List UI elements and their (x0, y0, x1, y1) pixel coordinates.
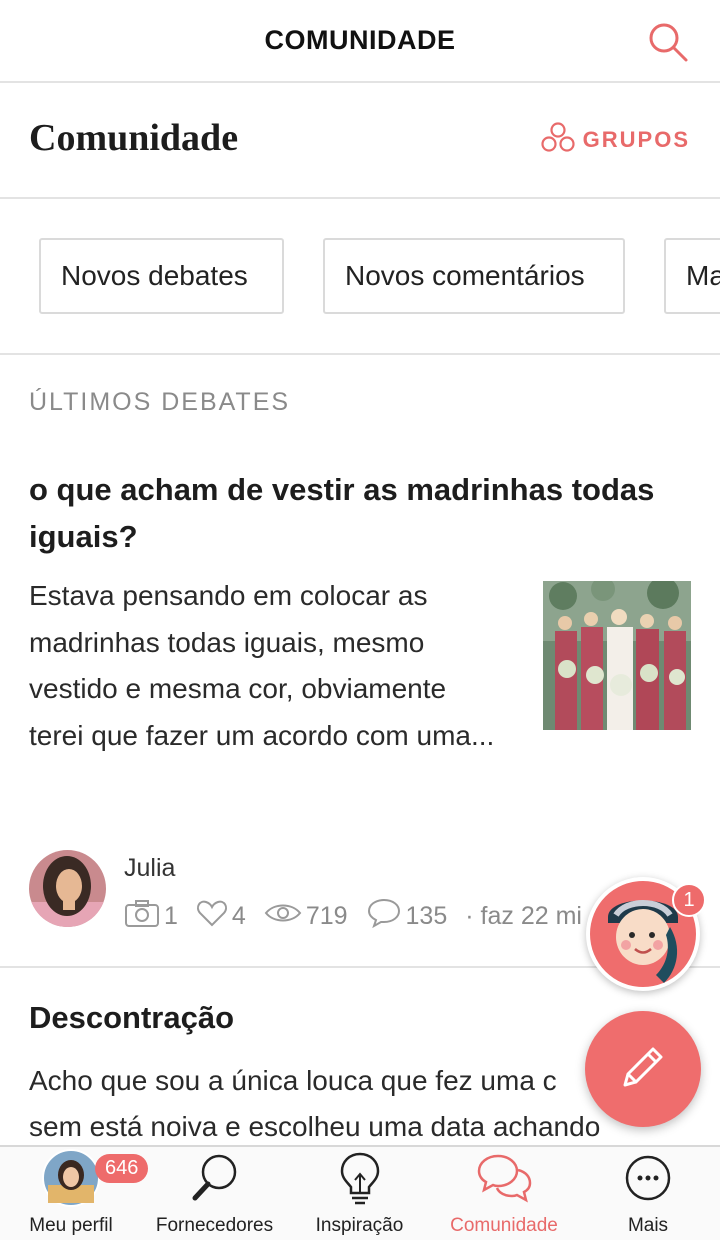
more-icon (623, 1153, 673, 1208)
post2-excerpt[interactable]: Acho que sou a única louca que fez uma c… (29, 1058, 669, 1146)
post2-line-2: sem está noiva e escolheu uma data achan… (29, 1111, 601, 1142)
tab-label: Inspiração (315, 1215, 404, 1236)
magnifier-icon (187, 1150, 243, 1211)
profile-notification-count: 646 (95, 1154, 149, 1183)
tab-label: Meu perfil (29, 1215, 113, 1236)
search-icon[interactable] (646, 20, 690, 64)
top-bar: COMUNIDADE (0, 0, 720, 83)
pencil-icon (615, 1039, 671, 1100)
community-header: Comunidade GRUPOS (0, 83, 720, 199)
tab-label: Mais (627, 1215, 669, 1236)
post-title[interactable]: o que acham de vestir as madrinhas todas… (29, 466, 694, 560)
tab-comunidade[interactable]: Comunidade (432, 1147, 576, 1240)
profile-avatar (42, 1148, 100, 1212)
author-avatar[interactable] (29, 850, 106, 927)
photos-stat: 1 (124, 898, 178, 935)
views-stat: 719 (264, 900, 348, 933)
groups-label: GRUPOS (582, 127, 690, 152)
photos-count: 1 (164, 901, 178, 930)
section-label: ÚLTIMOS DEBATES (29, 388, 291, 416)
tab-label: Fornecedores (155, 1215, 274, 1236)
chip-more[interactable]: Ma (664, 238, 720, 314)
lightbulb-icon (338, 1150, 382, 1211)
heart-icon (196, 898, 228, 935)
author-name[interactable]: Julia (124, 854, 175, 883)
page-title: Comunidade (29, 117, 239, 159)
post2-title[interactable]: Descontração (29, 1000, 234, 1036)
assistant-badge: 1 (672, 883, 706, 917)
new-post-button[interactable] (585, 1011, 701, 1127)
post-thumbnail[interactable] (543, 581, 691, 730)
likes-stat[interactable]: 4 (196, 898, 246, 935)
comments-count: 135 (405, 901, 448, 930)
bottom-tab-bar: 646 Meu perfil Fornecedores Inspiração C… (0, 1145, 720, 1240)
comment-bubble-icon (366, 897, 402, 936)
post2-line-1: Acho que sou a única louca que fez uma c (29, 1065, 557, 1096)
tab-label: Comunidade (450, 1215, 558, 1236)
post-excerpt[interactable]: Estava pensando em colocar as madrinhas … (29, 573, 499, 759)
screen-title: COMUNIDADE (264, 25, 456, 55)
post-time: · faz 22 mi (465, 901, 582, 930)
tab-inspiracao[interactable]: Inspiração (287, 1147, 432, 1240)
views-count: 719 (305, 901, 348, 930)
comments-stat[interactable]: 135 (366, 897, 448, 936)
assistant-button[interactable]: 1 (586, 877, 706, 991)
chip-new-debates[interactable]: Novos debates (39, 238, 284, 314)
chat-bubbles-icon (474, 1150, 534, 1211)
tab-fornecedores[interactable]: Fornecedores (142, 1147, 287, 1240)
groups-button[interactable]: GRUPOS (541, 121, 690, 159)
tab-meu-perfil[interactable]: 646 Meu perfil (0, 1147, 149, 1240)
chip-new-comments[interactable]: Novos comentários (323, 238, 625, 314)
likes-count: 4 (231, 901, 246, 930)
filter-chips: Novos debates Novos comentários Ma (0, 199, 720, 355)
camera-icon (124, 898, 160, 935)
eye-icon (264, 900, 302, 933)
post-stats: 1 4 719 135 · faz 22 mi (124, 898, 600, 934)
groups-icon (541, 121, 575, 159)
tab-mais[interactable]: Mais (576, 1147, 720, 1240)
